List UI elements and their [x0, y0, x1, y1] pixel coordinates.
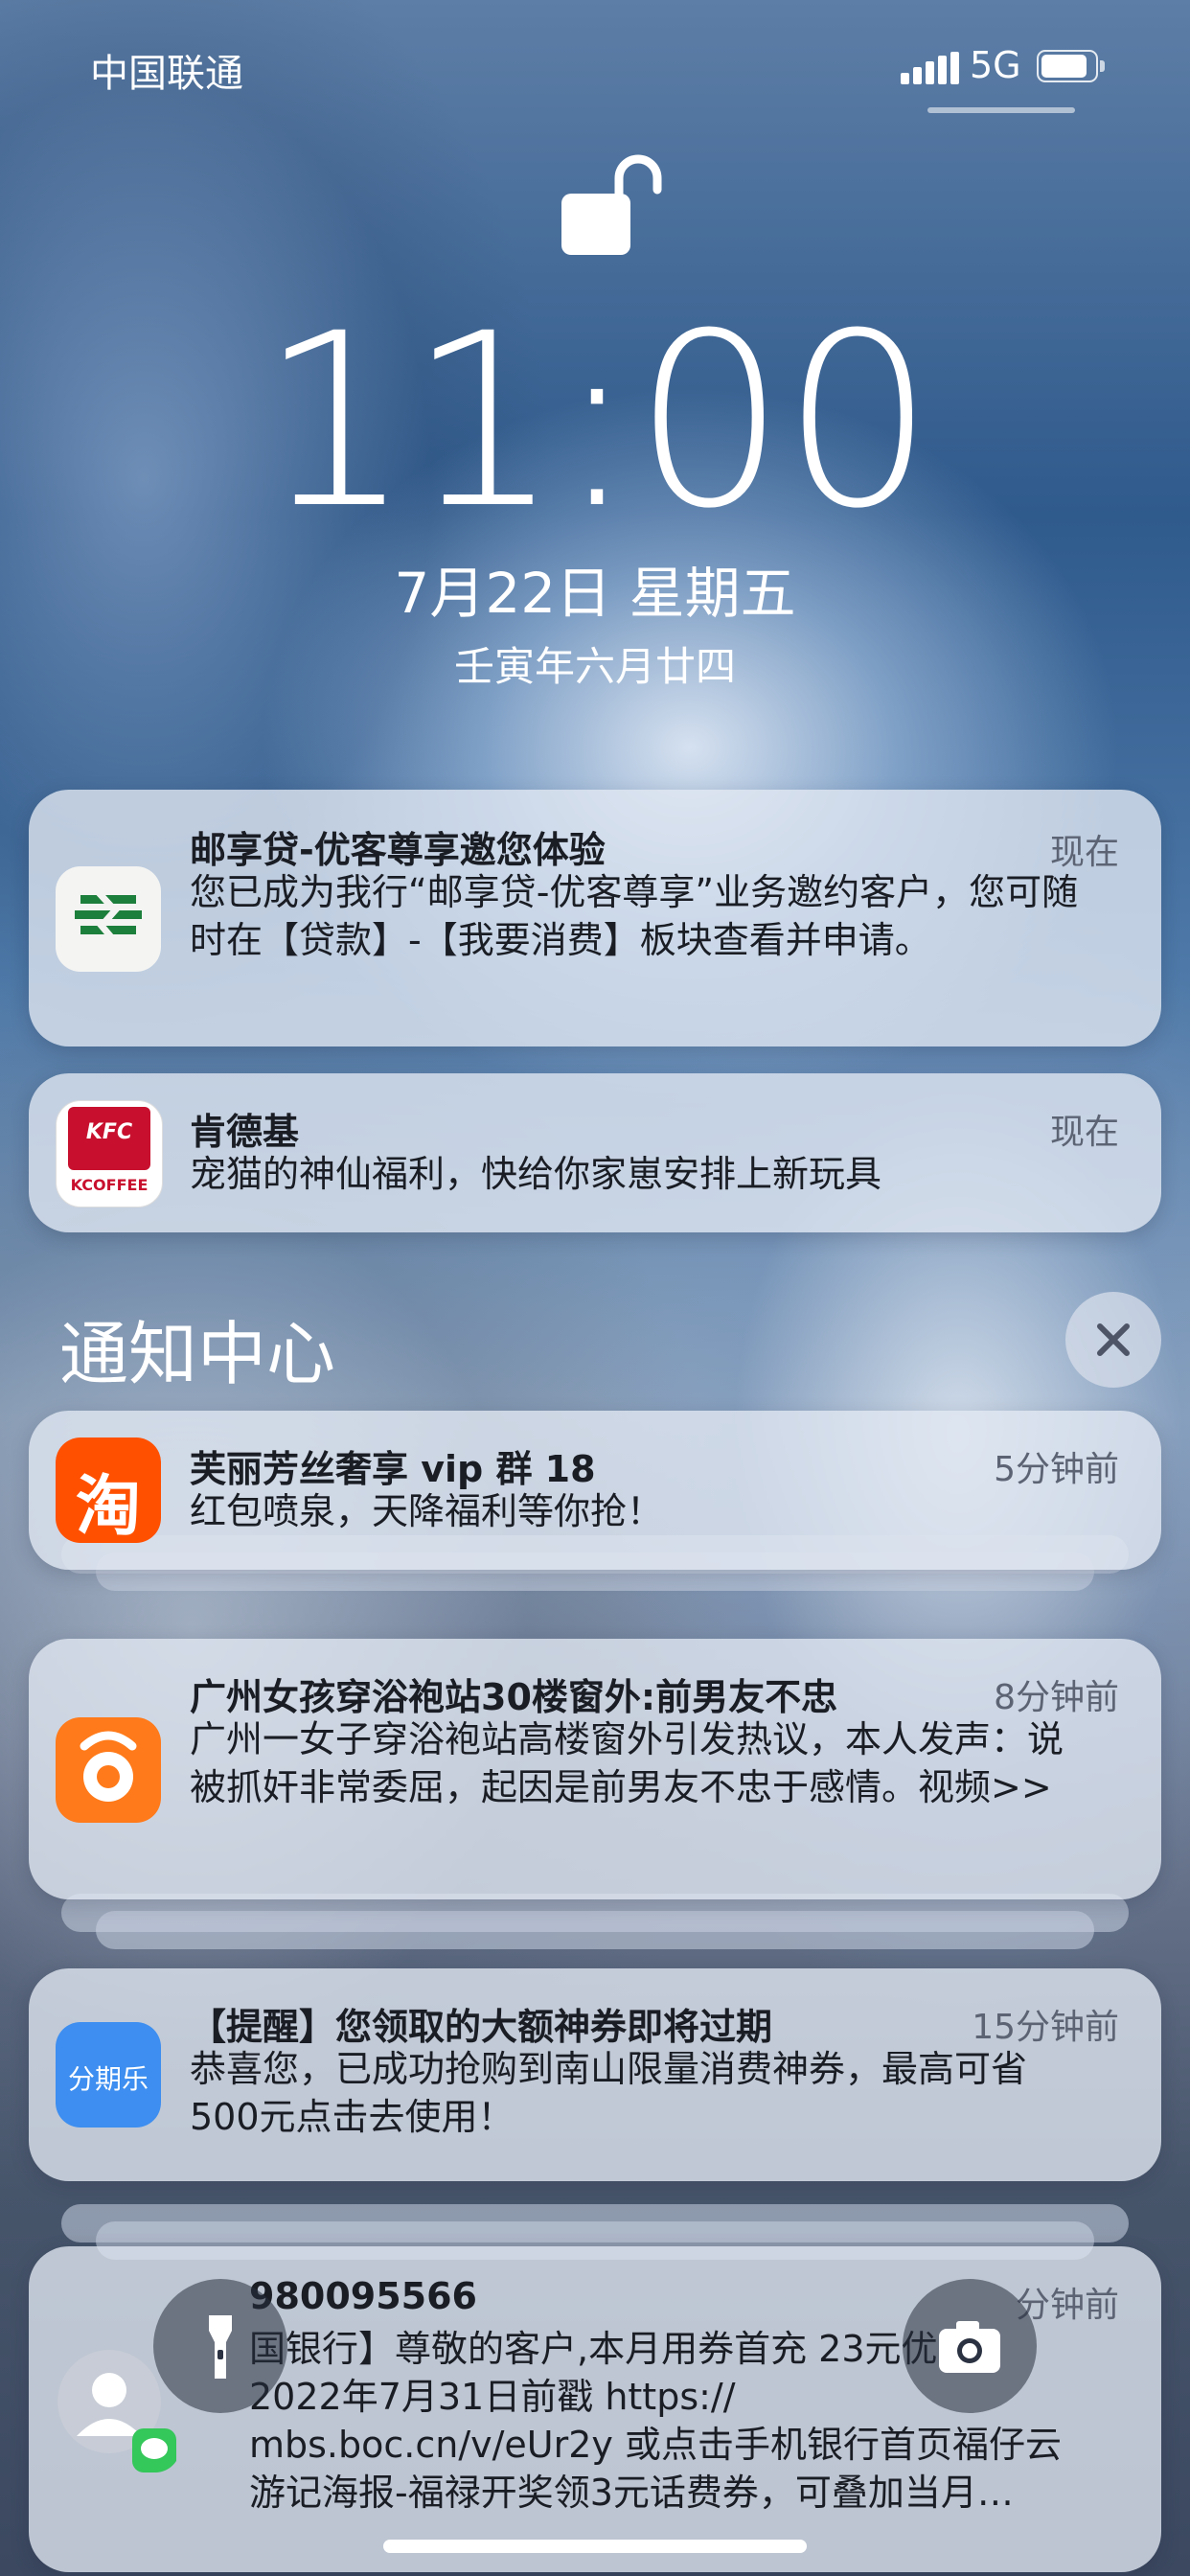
notification-body: 红包喷泉，天降福利等你抢！	[190, 1490, 664, 1532]
lunar-date: 壬寅年六月廿四	[453, 643, 736, 690]
home-indicator[interactable]	[383, 2540, 807, 2553]
notification-title: 广州女孩穿浴袍站30楼窗外:前男友不忠	[190, 1676, 838, 1718]
notification-title: 芙丽芳丝奢享 vip 群 18	[190, 1448, 596, 1490]
notification-body: 广州一女子穿浴袍站高楼窗外引发热议，本人发声：说被抓奸非常委屈，起因是前男友不忠…	[190, 1718, 1064, 1808]
kfc-icon: KFC KCOFFEE	[56, 1100, 163, 1208]
notification-taobao[interactable]: 淘 芙丽芳丝奢享 vip 群 18 5分钟前 红包喷泉，天降福利等你抢！	[29, 1411, 1161, 1570]
carrier-label: 中国联通	[90, 52, 243, 96]
notification-kfc[interactable]: KFC KCOFFEE 肯德基 现在 宠猫的神仙福利，快给你家崽安排上新玩具	[29, 1073, 1161, 1232]
camera-button[interactable]	[903, 2279, 1037, 2413]
taobao-icon: 淘	[56, 1438, 161, 1543]
notification-time: 8分钟前	[994, 1678, 1119, 1717]
notification-uc[interactable]: 广州女孩穿浴袍站30楼窗外:前男友不忠 8分钟前 广州一女子穿浴袍站高楼窗外引发…	[29, 1639, 1161, 1899]
signal-icon	[901, 52, 960, 84]
notification-fenqile[interactable]: 分期乐 【提醒】您领取的大额神券即将过期 15分钟前 恭喜您，已成功抢购到南山限…	[29, 1968, 1161, 2181]
psbc-bank-icon	[56, 866, 161, 972]
notification-stack-layer	[61, 1894, 1129, 1932]
notification-time: 现在	[1049, 1113, 1119, 1152]
close-icon	[1097, 1323, 1130, 1356]
notification-title: 【提醒】您领取的大额神券即将过期	[190, 2006, 773, 2048]
notification-time: 5分钟前	[994, 1450, 1119, 1489]
flashlight-icon	[209, 2315, 232, 2379]
status-bar: 中国联通 5G	[0, 0, 1190, 134]
notification-center-title: 通知中心	[59, 1314, 336, 1394]
fenqile-icon: 分期乐	[56, 2022, 161, 2128]
lock-screen-time: 11:00	[259, 282, 934, 561]
lock-screen-date: 7月22日 星期五	[394, 561, 796, 626]
control-center-grabber[interactable]	[927, 107, 1075, 113]
notification-psbc[interactable]: 邮享贷-优客尊享邀您体验 现在 您已成为我行“邮享贷-优客尊享”业务邀约客户，您…	[29, 790, 1161, 1046]
flashlight-button[interactable]	[153, 2279, 287, 2413]
camera-icon	[939, 2321, 1000, 2373]
uc-browser-icon	[56, 1717, 161, 1823]
notification-time: 现在	[1049, 833, 1119, 872]
notification-title: 邮享贷-优客尊享邀您体验	[190, 829, 606, 871]
notification-time: 15分钟前	[972, 2008, 1119, 2047]
notification-body: 恭喜您，已成功抢购到南山限量消费神券，最高可省500元点击去使用！	[190, 2048, 1028, 2138]
notification-body: 您已成为我行“邮享贷-优客尊享”业务邀约客户，您可随时在【贷款】-【我要消费】板…	[190, 871, 1079, 961]
network-type: 5G	[970, 44, 1021, 86]
battery-icon	[1037, 50, 1106, 82]
notification-body: 宠猫的神仙福利，快给你家崽安排上新玩具	[190, 1153, 882, 1195]
notification-title: 980095566	[249, 2275, 477, 2317]
notification-stack-layer	[61, 2204, 1129, 2242]
clear-notifications-button[interactable]	[1065, 1292, 1161, 1388]
notification-title: 肯德基	[190, 1111, 300, 1153]
unlocked-padlock-icon	[561, 154, 662, 255]
